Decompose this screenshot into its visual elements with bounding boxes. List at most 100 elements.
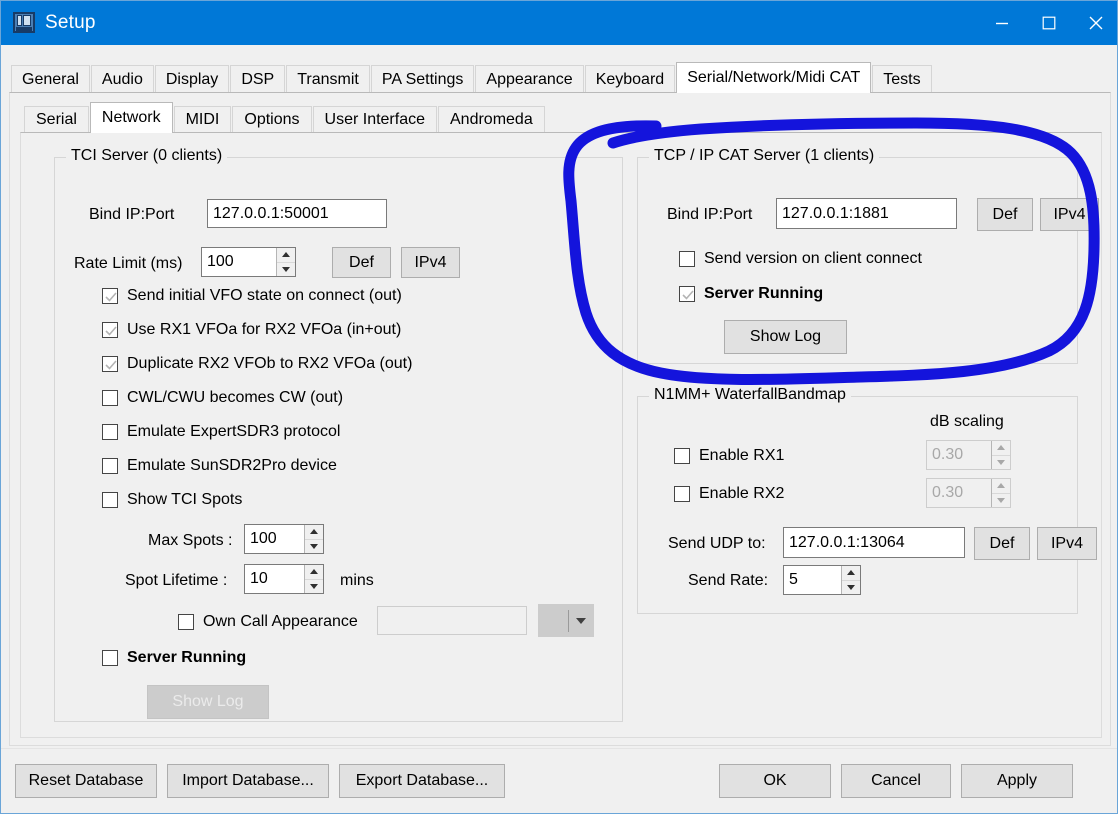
subtab-serial[interactable]: Serial <box>24 106 89 133</box>
minimize-icon[interactable] <box>978 1 1025 45</box>
n1mm-waterfall-bandmap-group: N1MM+ WaterfallBandmap dB scaling Enable… <box>637 386 1097 614</box>
max-spots-spin-down[interactable] <box>305 540 323 554</box>
spot-lifetime-spin-up[interactable] <box>305 565 323 580</box>
send-rate-spin-buttons[interactable] <box>841 566 860 594</box>
export-database-button[interactable]: Export Database... <box>339 764 505 798</box>
send-udp-label: Send UDP to: <box>668 535 766 552</box>
tcp-cat-bind-label: Bind IP:Port <box>667 206 753 223</box>
checkbox-box <box>102 288 118 304</box>
inner-tab-strip: Serial Network MIDI Options User Interfa… <box>24 102 546 133</box>
tab-serial-network-midi-cat[interactable]: Serial/Network/Midi CAT <box>676 62 872 93</box>
max-spots-spin-buttons[interactable] <box>304 525 323 553</box>
tci-show-log-button[interactable]: Show Log <box>147 685 269 719</box>
tci-checkbox-label: Duplicate RX2 VFOb to RX2 VFOa (out) <box>127 355 413 372</box>
enable-rx2-label: Enable RX2 <box>699 485 785 502</box>
tcp-cat-bind-input[interactable]: 127.0.0.1:1881 <box>776 198 957 229</box>
max-spots-spinner[interactable]: 100 <box>244 524 324 554</box>
subtab-options[interactable]: Options <box>232 106 312 133</box>
checkbox-box <box>102 650 118 666</box>
tcp-cat-group-title: TCP / IP CAT Server (1 clients) <box>649 147 880 165</box>
chevron-down-icon <box>576 617 586 624</box>
n1mm-def-button[interactable]: Def <box>974 527 1030 560</box>
tab-dsp[interactable]: DSP <box>230 65 286 93</box>
checkbox-box <box>679 286 695 302</box>
tci-bind-label: Bind IP:Port <box>89 206 175 223</box>
own-call-appearance-input[interactable] <box>377 606 527 635</box>
tci-server-group: TCI Server (0 clients) Bind IP:Port 127.… <box>54 147 623 722</box>
spot-lifetime-spinner[interactable]: 10 <box>244 564 324 594</box>
setup-window: Setup General Audio Display DSP Transmit… <box>0 0 1118 814</box>
tcp-cat-server-running-checkbox[interactable]: Server Running <box>679 285 823 303</box>
max-spots-value: 100 <box>250 530 277 547</box>
spot-lifetime-spin-buttons[interactable] <box>304 565 323 593</box>
tab-keyboard[interactable]: Keyboard <box>584 65 676 93</box>
spot-lifetime-value: 10 <box>250 570 268 587</box>
rx1-spin-buttons[interactable] <box>991 441 1010 469</box>
enable-rx2-checkbox[interactable]: Enable RX2 <box>674 485 784 503</box>
tci-rate-spin-buttons[interactable] <box>276 248 295 276</box>
max-spots-spin-up[interactable] <box>305 525 323 540</box>
ok-button[interactable]: OK <box>719 764 831 798</box>
close-icon[interactable] <box>1072 1 1117 45</box>
cancel-button[interactable]: Cancel <box>841 764 951 798</box>
tab-tests[interactable]: Tests <box>872 65 932 93</box>
tci-def-button[interactable]: Def <box>332 247 391 278</box>
subtab-network[interactable]: Network <box>89 102 173 133</box>
send-rate-spin-down[interactable] <box>842 581 860 595</box>
rx2-spin-down[interactable] <box>992 494 1010 508</box>
tci-checkbox-label: Send initial VFO state on connect (out) <box>127 287 402 304</box>
tci-server-running-checkbox[interactable]: Server Running <box>102 649 246 667</box>
import-database-button[interactable]: Import Database... <box>167 764 329 798</box>
tci-rate-spinner[interactable]: 100 <box>201 247 296 277</box>
subtab-user-interface[interactable]: User Interface <box>312 106 437 133</box>
apply-button[interactable]: Apply <box>961 764 1073 798</box>
tci-checkbox-use-rx1-vfoa[interactable]: Use RX1 VFOa for RX2 VFOa (in+out) <box>102 321 401 339</box>
n1mm-ipv4-button[interactable]: IPv4 <box>1037 527 1097 560</box>
tci-rate-value: 100 <box>207 253 234 270</box>
own-call-appearance-checkbox[interactable]: Own Call Appearance <box>178 613 358 631</box>
tci-checkbox-label: Emulate SunSDR2Pro device <box>127 457 337 474</box>
subtab-midi[interactable]: MIDI <box>173 106 232 133</box>
tci-bind-input[interactable]: 127.0.0.1:50001 <box>207 199 387 228</box>
rx1-spin-up[interactable] <box>992 441 1010 456</box>
tab-display[interactable]: Display <box>154 65 230 93</box>
checkbox-box <box>102 458 118 474</box>
tci-checkbox-emulate-sunsdr2pro[interactable]: Emulate SunSDR2Pro device <box>102 457 337 475</box>
spot-lifetime-spin-down[interactable] <box>305 580 323 594</box>
rx2-spin-buttons[interactable] <box>991 479 1010 507</box>
send-rate-spinner[interactable]: 5 <box>783 565 861 595</box>
reset-database-button[interactable]: Reset Database <box>15 764 157 798</box>
send-version-checkbox[interactable]: Send version on client connect <box>679 250 922 268</box>
tci-checkbox-label: Emulate ExpertSDR3 protocol <box>127 423 341 440</box>
checkbox-box <box>674 486 690 502</box>
rx1-spin-down[interactable] <box>992 456 1010 470</box>
tab-audio[interactable]: Audio <box>90 65 154 93</box>
tab-general[interactable]: General <box>11 65 90 93</box>
rx2-spin-up[interactable] <box>992 479 1010 494</box>
tci-checkbox-emulate-expertsdr3[interactable]: Emulate ExpertSDR3 protocol <box>102 423 340 441</box>
tci-rate-spin-up[interactable] <box>277 248 295 263</box>
rx1-db-scaling-spinner[interactable]: 0.30 <box>926 440 1011 470</box>
tci-rate-spin-down[interactable] <box>277 263 295 277</box>
enable-rx1-checkbox[interactable]: Enable RX1 <box>674 447 784 465</box>
tcp-cat-show-log-button[interactable]: Show Log <box>724 320 847 354</box>
tci-checkbox-send-initial-vfo[interactable]: Send initial VFO state on connect (out) <box>102 287 402 305</box>
checkbox-box <box>102 492 118 508</box>
tci-checkbox-duplicate-rx2-vfob[interactable]: Duplicate RX2 VFOb to RX2 VFOa (out) <box>102 355 412 373</box>
tab-appearance[interactable]: Appearance <box>475 65 584 93</box>
tci-checkbox-cwl-cwu-becomes-cw[interactable]: CWL/CWU becomes CW (out) <box>102 389 343 407</box>
tcp-cat-def-button[interactable]: Def <box>977 198 1033 231</box>
tci-checkbox-label: Show TCI Spots <box>127 491 243 508</box>
rx2-db-scaling-spinner[interactable]: 0.30 <box>926 478 1011 508</box>
maximize-icon[interactable] <box>1025 1 1072 45</box>
tci-checkbox-show-tci-spots[interactable]: Show TCI Spots <box>102 491 242 509</box>
tab-pa-settings[interactable]: PA Settings <box>370 65 475 93</box>
send-rate-spin-up[interactable] <box>842 566 860 581</box>
send-udp-input[interactable]: 127.0.0.1:13064 <box>783 527 965 558</box>
n1mm-group-title: N1MM+ WaterfallBandmap <box>649 386 851 404</box>
tab-transmit[interactable]: Transmit <box>286 65 370 93</box>
tci-ipv4-button[interactable]: IPv4 <box>401 247 460 278</box>
own-call-appearance-combo[interactable] <box>538 604 594 637</box>
tcp-cat-ipv4-button[interactable]: IPv4 <box>1040 198 1099 231</box>
subtab-andromeda[interactable]: Andromeda <box>438 106 545 133</box>
